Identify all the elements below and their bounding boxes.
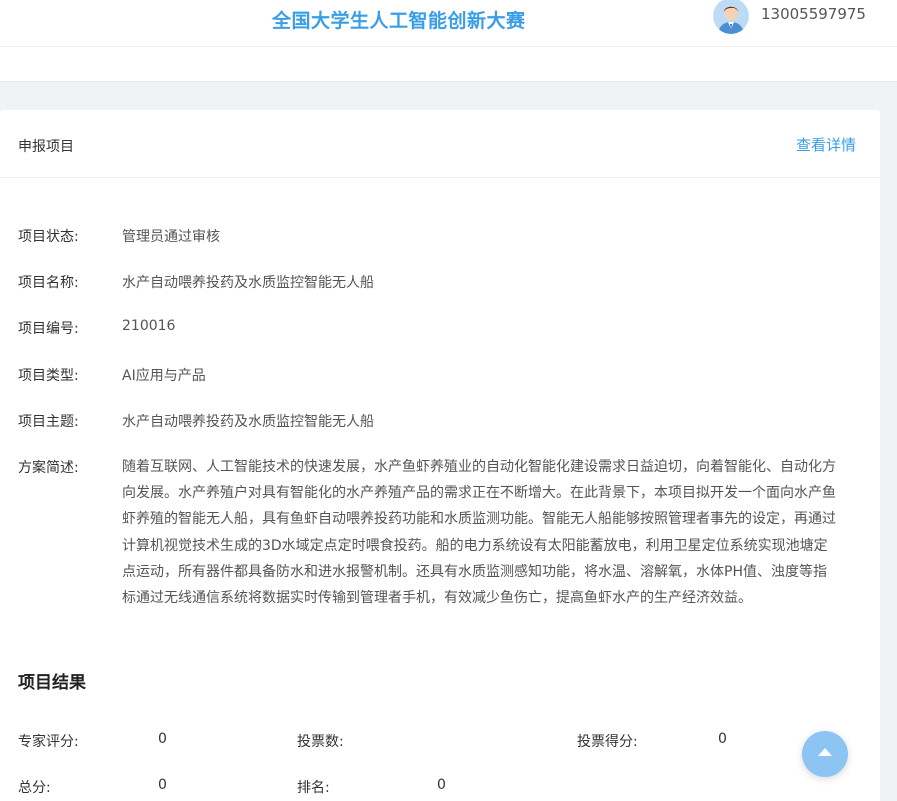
results-section-title: 项目结果: [18, 673, 86, 693]
user-phone[interactable]: 13005597975: [761, 5, 866, 23]
field-label: 项目类型:: [18, 368, 79, 384]
card-title: 申报项目: [18, 139, 74, 155]
arrow-up-icon: [818, 748, 832, 756]
scroll-to-top-button[interactable]: [802, 731, 848, 777]
rank-label: 排名:: [297, 780, 330, 796]
field-value: AI应用与产品: [122, 368, 206, 384]
card-header: 申报项目 查看详情: [0, 110, 880, 178]
votes-label: 投票数:: [297, 734, 344, 750]
field-label: 项目状态:: [18, 229, 79, 245]
project-card: 申报项目 查看详情 项目状态: 管理员通过审核 项目名称: 水产自动喂养投药及水…: [0, 110, 880, 801]
expert-score-label: 专家评分:: [18, 734, 79, 750]
field-value: 管理员通过审核: [122, 229, 220, 245]
total-score-label: 总分:: [18, 780, 51, 796]
top-header: 全国大学生人工智能创新大赛 13005597975: [0, 0, 897, 46]
field-label: 项目编号:: [18, 321, 79, 337]
user-avatar-icon[interactable]: [713, 0, 749, 34]
project-summary-text: 随着互联网、人工智能技术的快速发展，水产鱼虾养殖业的自动化智能化建设需求日益迫切…: [122, 459, 836, 607]
field-value: 水产自动喂养投药及水质监控智能无人船: [122, 414, 374, 430]
rank-value: 0: [437, 777, 446, 793]
field-label: 方案简述:: [18, 460, 79, 476]
view-details-link[interactable]: 查看详情: [796, 134, 856, 155]
field-value: 210016: [122, 318, 176, 334]
sub-navigation-bar: [0, 46, 897, 82]
field-label: 项目主题:: [18, 414, 79, 430]
expert-score-value: 0: [158, 731, 167, 747]
vote-score-value: 0: [718, 731, 727, 747]
field-label: 项目名称:: [18, 275, 79, 291]
field-value: 水产自动喂养投药及水质监控智能无人船: [122, 275, 374, 291]
vote-score-label: 投票得分:: [577, 734, 638, 750]
site-title: 全国大学生人工智能创新大赛: [272, 10, 526, 32]
total-score-value: 0: [158, 777, 167, 793]
